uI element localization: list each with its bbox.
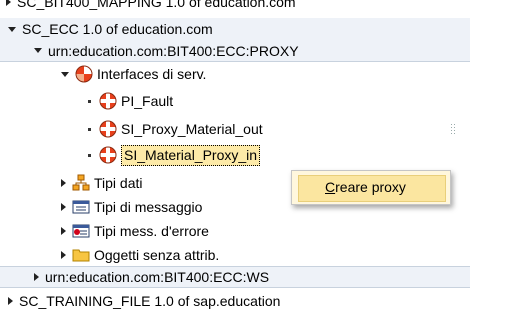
splitter-grip[interactable] bbox=[451, 124, 457, 134]
tree-node-label: Tipi di messaggio bbox=[94, 199, 203, 215]
service-interface-icon bbox=[99, 92, 117, 110]
tree-node-namespace-proxy[interactable]: urn:education.com:BIT400:ECC:PROXY bbox=[0, 40, 470, 62]
expand-arrow-icon[interactable] bbox=[61, 251, 66, 259]
leaf-bullet-icon bbox=[88, 153, 91, 157]
expand-arrow-icon[interactable] bbox=[6, 0, 11, 6]
tree-node-label: SC_ECC 1.0 of education.com bbox=[22, 21, 213, 37]
tree-node-sc-bit400-mapping[interactable]: SC_BIT400_MAPPING 1.0 of education.com bbox=[6, 0, 476, 13]
data-type-icon bbox=[72, 174, 90, 192]
expand-arrow-icon[interactable] bbox=[8, 297, 13, 305]
message-type-icon bbox=[72, 198, 90, 216]
service-interface-group-icon bbox=[75, 65, 93, 83]
folder-icon bbox=[72, 246, 90, 264]
tree-node-sc-training-file[interactable]: SC_TRAINING_FILE 1.0 of sap.education bbox=[0, 290, 470, 312]
expand-arrow-icon[interactable] bbox=[61, 179, 66, 187]
selected-node-label: SI_Material_Proxy_in bbox=[121, 144, 261, 166]
tree-node-sc-ecc[interactable]: SC_ECC 1.0 of education.com bbox=[0, 18, 470, 40]
leaf-bullet-icon bbox=[88, 127, 91, 131]
tree-node-label: Interfaces di serv. bbox=[97, 66, 207, 82]
tree-node-label: Tipi dati bbox=[94, 175, 143, 191]
tree-node-label: Tipi mess. d'errore bbox=[94, 223, 209, 239]
create-proxy-menu-item[interactable]: Creare proxy bbox=[298, 175, 446, 202]
context-menu: Creare proxy bbox=[291, 170, 451, 205]
service-interface-icon bbox=[99, 146, 117, 164]
collapse-arrow-icon[interactable] bbox=[34, 48, 42, 53]
tree-node-label: SC_TRAINING_FILE 1.0 of sap.education bbox=[19, 293, 281, 309]
tree-node-interfaces[interactable]: Interfaces di serv. bbox=[0, 63, 470, 85]
expand-arrow-icon[interactable] bbox=[61, 203, 66, 211]
collapse-arrow-icon[interactable] bbox=[61, 71, 69, 77]
collapse-arrow-icon[interactable] bbox=[8, 26, 16, 32]
service-interface-icon bbox=[99, 120, 117, 138]
tree-node-label: urn:education.com:BIT400:ECC:WS bbox=[45, 269, 270, 285]
tree-node-label: PI_Fault bbox=[121, 93, 174, 109]
fault-message-type-icon bbox=[72, 222, 90, 240]
tree-node-tipi-mess-errore[interactable]: Tipi mess. d'errore bbox=[0, 220, 470, 242]
tree-node-label: SC_BIT400_MAPPING 1.0 of education.com bbox=[17, 0, 296, 10]
tree-node-oggetti-senza-attrib[interactable]: Oggetti senza attrib. bbox=[0, 244, 470, 266]
object-tree: SC_BIT400_MAPPING 1.0 of education.com S… bbox=[0, 0, 527, 309]
expand-arrow-icon[interactable] bbox=[61, 227, 66, 235]
tree-node-label: Oggetti senza attrib. bbox=[94, 247, 220, 263]
tree-node-si-material-proxy-in[interactable]: SI_Material_Proxy_in bbox=[0, 144, 470, 166]
tree-node-label: SI_Proxy_Material_out bbox=[121, 121, 263, 137]
tree-node-label: urn:education.com:BIT400:ECC:PROXY bbox=[48, 42, 299, 59]
tree-node-pi-fault[interactable]: PI_Fault bbox=[0, 90, 470, 112]
tree-node-namespace-ws[interactable]: urn:education.com:BIT400:ECC:WS bbox=[0, 266, 470, 288]
tree-node-si-proxy-material-out[interactable]: SI_Proxy_Material_out bbox=[0, 118, 470, 140]
expand-arrow-icon[interactable] bbox=[34, 273, 39, 281]
leaf-bullet-icon bbox=[88, 99, 91, 103]
menu-item-label: Creare proxy bbox=[325, 179, 406, 195]
